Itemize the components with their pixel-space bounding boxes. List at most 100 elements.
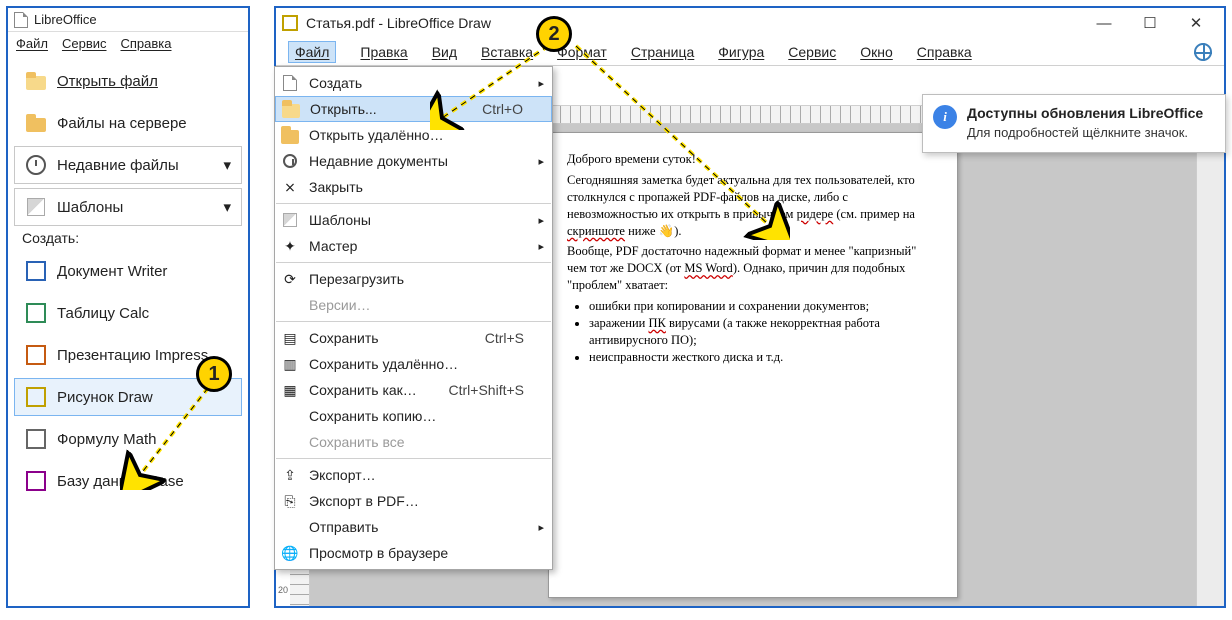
- document-icon: [14, 12, 28, 28]
- export-icon: ⇪: [281, 466, 299, 484]
- menu-separator: [276, 203, 551, 204]
- impress-icon: [26, 345, 46, 365]
- open-file-label: Открыть файл: [57, 73, 158, 90]
- folder-icon: [281, 130, 299, 144]
- menu-close[interactable]: ⨯ Закрыть: [275, 174, 552, 200]
- menu-view[interactable]: Вид: [432, 44, 457, 60]
- impress-label: Презентацию Impress: [57, 347, 208, 364]
- submenu-arrow-icon: ▸: [538, 214, 544, 227]
- open-file-button[interactable]: Открыть файл: [14, 62, 242, 100]
- draw-titlebar: Статья.pdf - LibreOffice Draw ― ☐ ✕: [276, 8, 1224, 38]
- minimize-button[interactable]: ―: [1090, 12, 1118, 34]
- menu-help[interactable]: Справка: [917, 44, 972, 60]
- info-icon: i: [933, 105, 957, 129]
- recent-files-dropdown[interactable]: Недавние файлы ▾: [14, 146, 242, 184]
- create-calc-button[interactable]: Таблицу Calc: [14, 294, 242, 332]
- menu-shape[interactable]: Фигура: [718, 44, 764, 60]
- doc-p2: Вообще, PDF достаточно надежный формат и…: [567, 243, 939, 294]
- browser-icon: 🌐: [281, 544, 299, 562]
- menu-templates[interactable]: Шаблоны▸: [275, 207, 552, 233]
- doc-greeting: Доброго времени суток!: [567, 151, 939, 168]
- menu-recent-documents[interactable]: Недавние документы▸: [275, 148, 552, 174]
- math-icon: [26, 429, 46, 449]
- menu-export-pdf[interactable]: ⎘ Экспорт в PDF…: [275, 488, 552, 514]
- base-label: Базу данных Base: [57, 473, 184, 490]
- calc-icon: [26, 303, 46, 323]
- menu-versions: Версии…: [275, 292, 552, 318]
- menu-wizards[interactable]: ✦ Мастер▸: [275, 233, 552, 259]
- menu-edit[interactable]: Правка: [360, 44, 407, 60]
- calc-label: Таблицу Calc: [57, 305, 149, 322]
- save-icon: ▤: [281, 329, 299, 347]
- writer-icon: [26, 261, 46, 281]
- notification-text: Для подробностей щёлкните значок.: [967, 125, 1213, 140]
- file-menu-dropdown: Создать▸ Открыть... Ctrl+O Открыть удалё…: [274, 66, 553, 570]
- reload-icon: ⟳: [281, 270, 299, 288]
- submenu-arrow-icon: ▸: [538, 155, 544, 168]
- draw-app-icon: [282, 15, 298, 31]
- clock-icon: [26, 155, 46, 175]
- draw-label: Рисунок Draw: [57, 389, 153, 406]
- templates-dropdown[interactable]: Шаблоны ▾: [14, 188, 242, 226]
- new-doc-icon: [283, 75, 297, 91]
- doc-p1: Сегодняшняя заметка будет актуальна для …: [567, 172, 939, 240]
- menu-window[interactable]: Окно: [860, 44, 893, 60]
- submenu-arrow-icon: ▸: [538, 77, 544, 90]
- start-center-titlebar: LibreOffice: [8, 8, 248, 32]
- globe-icon[interactable]: [1194, 43, 1212, 61]
- menu-insert[interactable]: Вставка: [481, 44, 533, 60]
- clock-icon: [283, 154, 297, 168]
- menu-help[interactable]: Справка: [121, 36, 172, 51]
- create-base-button[interactable]: Базу данных Base: [14, 462, 242, 500]
- start-center-menubar: Файл Сервис Справка: [8, 32, 248, 54]
- annotation-badge-1: 1: [196, 356, 232, 392]
- base-icon: [26, 471, 46, 491]
- menu-preview-browser[interactable]: 🌐 Просмотр в браузере: [275, 540, 552, 566]
- shortcut-label: Ctrl+Shift+S: [449, 382, 524, 398]
- pdf-page[interactable]: Доброго времени суток! Сегодняшняя замет…: [548, 132, 958, 598]
- menu-save-remote[interactable]: ▥ Сохранить удалённо…: [275, 351, 552, 377]
- menu-separator: [276, 321, 551, 322]
- menu-file[interactable]: Файл: [288, 41, 336, 63]
- menu-tools[interactable]: Сервис: [62, 36, 107, 51]
- menu-reload[interactable]: ⟳ Перезагрузить: [275, 266, 552, 292]
- libreoffice-start-center-window: LibreOffice Файл Сервис Справка Открыть …: [6, 6, 250, 608]
- close-icon: ⨯: [281, 178, 299, 196]
- folder-open-icon: [282, 104, 300, 118]
- maximize-button[interactable]: ☐: [1136, 12, 1164, 34]
- menu-create[interactable]: Создать▸: [275, 70, 552, 96]
- menu-save-copy[interactable]: Сохранить копию…: [275, 403, 552, 429]
- close-button[interactable]: ✕: [1182, 12, 1210, 34]
- writer-label: Документ Writer: [57, 263, 167, 280]
- draw-window-title: Статья.pdf - LibreOffice Draw: [306, 15, 491, 31]
- shortcut-label: Ctrl+S: [485, 330, 524, 346]
- create-label: Создать:: [22, 230, 242, 246]
- menu-save-all: Сохранить все: [275, 429, 552, 455]
- menu-open-remote[interactable]: Открыть удалённо…: [275, 122, 552, 148]
- annotation-badge-2: 2: [536, 16, 572, 52]
- folder-open-icon: [26, 76, 46, 90]
- templates-icon: [283, 213, 297, 227]
- menu-open[interactable]: Открыть... Ctrl+O: [275, 96, 552, 122]
- chevron-down-icon: ▾: [223, 198, 231, 216]
- menu-send[interactable]: Отправить▸: [275, 514, 552, 540]
- menu-separator: [276, 458, 551, 459]
- update-notification[interactable]: i Доступны обновления LibreOffice Для по…: [922, 94, 1226, 153]
- draw-menubar: Файл Правка Вид Вставка Формат Страница …: [276, 38, 1224, 66]
- remote-files-button[interactable]: Файлы на сервере: [14, 104, 242, 142]
- menu-page[interactable]: Страница: [631, 44, 694, 60]
- menu-save-as[interactable]: ▦ Сохранить как… Ctrl+Shift+S: [275, 377, 552, 403]
- submenu-arrow-icon: ▸: [538, 521, 544, 534]
- templates-icon: [27, 198, 45, 216]
- create-writer-button[interactable]: Документ Writer: [14, 252, 242, 290]
- menu-file[interactable]: Файл: [16, 36, 48, 51]
- menu-tools[interactable]: Сервис: [788, 44, 836, 60]
- submenu-arrow-icon: ▸: [538, 240, 544, 253]
- menu-save[interactable]: ▤ Сохранить Ctrl+S: [275, 325, 552, 351]
- create-math-button[interactable]: Формулу Math: [14, 420, 242, 458]
- wizard-icon: ✦: [281, 237, 299, 255]
- chevron-down-icon: ▾: [223, 156, 231, 174]
- menu-export[interactable]: ⇪ Экспорт…: [275, 462, 552, 488]
- start-center-title: LibreOffice: [34, 12, 97, 27]
- remote-files-label: Файлы на сервере: [57, 115, 187, 132]
